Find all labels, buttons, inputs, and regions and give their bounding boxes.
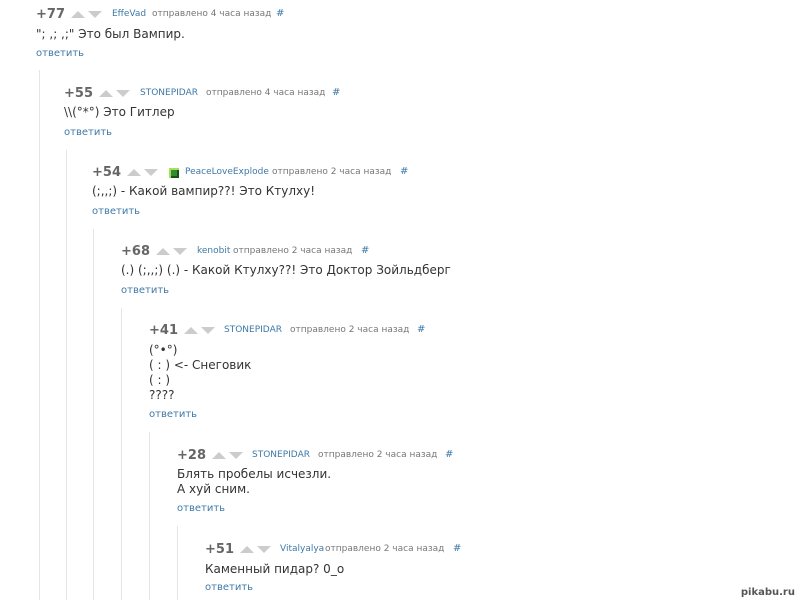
vote-down-icon[interactable] bbox=[88, 11, 102, 18]
comment-time: отправлено 2 часа назад bbox=[290, 325, 410, 335]
reply-link[interactable]: ответить bbox=[64, 127, 112, 138]
vote-up-icon[interactable] bbox=[99, 90, 113, 97]
comment-text: (;,,;) - Какой вампир??! Это Ктулху! bbox=[92, 184, 316, 198]
comment-time: отправлено 2 часа назад bbox=[272, 167, 392, 177]
reply-link[interactable]: ответить bbox=[149, 409, 197, 420]
comment-rating: +77 bbox=[36, 7, 65, 22]
vote-down-icon[interactable] bbox=[116, 90, 130, 97]
comment-text: Каменный пидар? 0_о bbox=[205, 562, 345, 576]
vote-down-icon[interactable] bbox=[257, 546, 271, 553]
comment-rating: +28 bbox=[177, 448, 206, 463]
vote-down-icon[interactable] bbox=[173, 248, 187, 255]
comment-header: +41 STONEPIDAR отправлено 2 часа назад # bbox=[149, 323, 449, 339]
comment-text: Блять пробелы исчезли. А хуй сним. bbox=[177, 467, 332, 496]
vote-down-icon[interactable] bbox=[144, 169, 158, 176]
vote-up-icon[interactable] bbox=[184, 327, 198, 334]
comment-author[interactable]: EffeVad bbox=[112, 9, 146, 19]
thread-line bbox=[93, 229, 94, 600]
comment-author[interactable]: PeaceLoveExplode bbox=[185, 167, 269, 177]
thread-line bbox=[66, 150, 67, 600]
comment-time: отправлено 2 часа назад bbox=[233, 246, 353, 256]
comment-header: +28 STONEPIDAR отправлено 2 часа назад # bbox=[177, 448, 477, 464]
comment-rating: +41 bbox=[149, 323, 178, 338]
vote-down-icon[interactable] bbox=[201, 327, 215, 334]
comment-header: +54 PeaceLoveExplode отправлено 2 часа н… bbox=[92, 165, 412, 181]
comment-rating: +55 bbox=[64, 86, 93, 101]
comment-permalink[interactable]: # bbox=[361, 245, 369, 256]
comment-permalink[interactable]: # bbox=[332, 87, 340, 98]
reply-link[interactable]: ответить bbox=[92, 206, 140, 217]
comment-author[interactable]: Vitalyalya bbox=[280, 544, 324, 554]
reply-link[interactable]: ответить bbox=[205, 582, 253, 593]
comment-permalink[interactable]: # bbox=[445, 449, 453, 460]
comment-permalink[interactable]: # bbox=[417, 324, 425, 335]
comment-rating: +68 bbox=[121, 244, 150, 259]
thread-line bbox=[39, 70, 40, 600]
comment-permalink[interactable]: # bbox=[400, 166, 408, 177]
comment-permalink[interactable]: # bbox=[276, 8, 284, 19]
vote-up-icon[interactable] bbox=[156, 248, 170, 255]
comment-time: отправлено 2 часа назад bbox=[318, 450, 438, 460]
thread-line bbox=[149, 432, 150, 600]
comment-text: (°•°) ( : ) <- Снеговик ( : ) ???? bbox=[149, 343, 252, 402]
comment-author[interactable]: STONEPIDAR bbox=[252, 450, 310, 460]
thread-line bbox=[121, 308, 122, 600]
comment-text: \\(°*°) Это Гитлер bbox=[64, 105, 175, 119]
user-avatar-icon bbox=[169, 168, 179, 178]
comment-header: +68 kenobit отправлено 2 часа назад # bbox=[121, 244, 421, 260]
comment-header: +77 EffeVad отправлено 4 часа назад # bbox=[36, 7, 336, 23]
thread-line bbox=[177, 526, 178, 600]
comment-author[interactable]: STONEPIDAR bbox=[140, 88, 198, 98]
comment-time: отправлено 4 часа назад bbox=[152, 9, 272, 19]
reply-link[interactable]: ответить bbox=[177, 503, 225, 514]
comment-header: +55 STONEPIDAR отправлено 4 часа назад # bbox=[64, 86, 364, 102]
comment-rating: +51 bbox=[205, 542, 234, 557]
vote-down-icon[interactable] bbox=[229, 452, 243, 459]
vote-up-icon[interactable] bbox=[240, 546, 254, 553]
comment-text: (.) (;,,;) (.) - Какой Ктулху??! Это Док… bbox=[121, 263, 451, 277]
comment-permalink[interactable]: # bbox=[453, 543, 461, 554]
comment-author[interactable]: STONEPIDAR bbox=[224, 325, 282, 335]
vote-up-icon[interactable] bbox=[127, 169, 141, 176]
site-watermark: pikabu.ru bbox=[740, 587, 795, 598]
comment-header: +51 Vitalyalya отправлено 2 часа назад # bbox=[205, 542, 505, 558]
comment-author[interactable]: kenobit bbox=[197, 246, 230, 256]
comment-rating: +54 bbox=[92, 165, 121, 180]
reply-link[interactable]: ответить bbox=[36, 48, 84, 59]
comment-time: отправлено 4 часа назад bbox=[206, 88, 326, 98]
reply-link[interactable]: ответить bbox=[121, 285, 169, 296]
vote-up-icon[interactable] bbox=[212, 452, 226, 459]
vote-up-icon[interactable] bbox=[71, 11, 85, 18]
comment-text: "; ,; ,;" Это был Вампир. bbox=[36, 27, 185, 41]
comment-time: отправлено 2 часа назад bbox=[325, 544, 445, 554]
